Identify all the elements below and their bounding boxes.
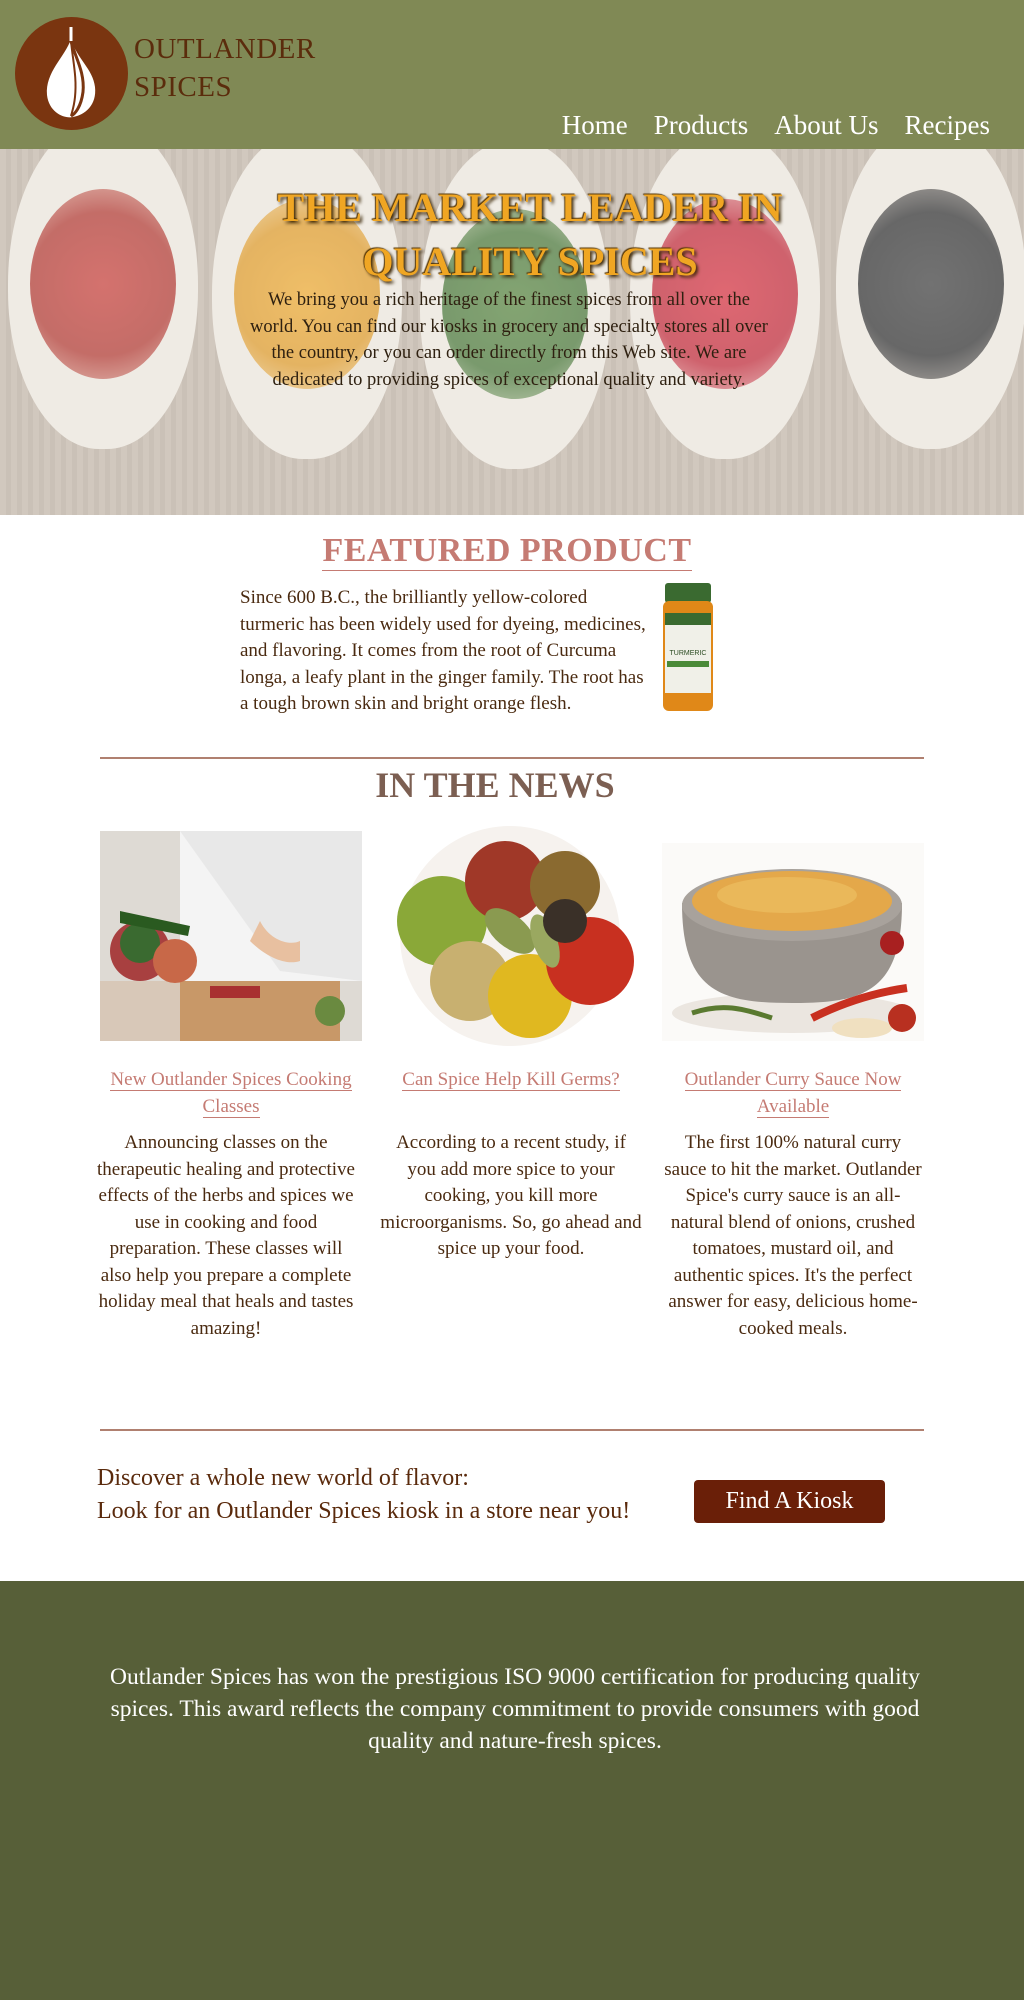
in-the-news-heading: IN THE NEWS bbox=[375, 765, 615, 805]
featured-product-heading-text: FEATURED PRODUCT bbox=[322, 532, 692, 571]
nav-recipes[interactable]: Recipes bbox=[905, 110, 990, 141]
news-link-curry-sauce-text: Outlander Curry Sauce Now Available bbox=[684, 1069, 902, 1118]
featured-product-description: Since 600 B.C., the brilliantly yellow-c… bbox=[240, 587, 646, 714]
news-link-spice-germs-text: Can Spice Help Kill Germs? bbox=[402, 1069, 620, 1091]
nav-about-us[interactable]: About Us bbox=[774, 110, 878, 141]
brand-name[interactable]: OUTLANDER SPICES bbox=[134, 30, 316, 106]
site-header: OUTLANDER SPICES Home Products About Us … bbox=[0, 0, 1024, 149]
kiosk-promo-line1: Discover a whole new world of flavor: bbox=[97, 1465, 469, 1491]
spice-piles-image[interactable] bbox=[380, 811, 642, 1061]
main-nav: Home Products About Us Recipes bbox=[562, 110, 990, 141]
footer-certification-text: Outlander Spices has won the prestigious… bbox=[110, 1664, 920, 1754]
hero-title: THE MARKET LEADER IN QUALITY SPICES bbox=[230, 181, 830, 289]
news-text-curry-sauce: The first 100% natural curry sauce to hi… bbox=[664, 1132, 922, 1339]
news-link-cooking-classes[interactable]: New Outlander Spices Cooking Classes bbox=[96, 1066, 366, 1120]
curry-sauce-image[interactable] bbox=[662, 843, 924, 1041]
brand-name-line2: SPICES bbox=[134, 71, 233, 103]
turmeric-jar-image[interactable]: TURMERIC bbox=[659, 583, 717, 714]
news-link-cooking-classes-text: New Outlander Spices Cooking Classes bbox=[110, 1069, 352, 1118]
news-link-spice-germs[interactable]: Can Spice Help Kill Germs? bbox=[380, 1066, 642, 1093]
news-text-spice-germs: According to a recent study, if you add … bbox=[380, 1132, 642, 1259]
kiosk-promo-line2: Look for an Outlander Spices kiosk in a … bbox=[97, 1498, 631, 1524]
brand-name-line1: OUTLANDER bbox=[134, 33, 316, 65]
hero-banner: THE MARKET LEADER IN QUALITY SPICES We b… bbox=[0, 149, 1024, 515]
find-kiosk-button[interactable]: Find A Kiosk bbox=[694, 1480, 885, 1523]
cooking-class-image[interactable] bbox=[100, 831, 362, 1041]
hero-title-line1: THE MARKET LEADER IN bbox=[277, 185, 783, 230]
nav-home[interactable]: Home bbox=[562, 110, 628, 141]
hero-description: We bring you a rich heritage of the fine… bbox=[250, 290, 768, 390]
nav-products[interactable]: Products bbox=[654, 110, 749, 141]
featured-product-heading: FEATURED PRODUCT bbox=[0, 532, 1014, 571]
news-text-cooking-classes: Announcing classes on the therapeutic he… bbox=[97, 1132, 355, 1339]
jar-label: TURMERIC bbox=[670, 650, 707, 657]
kiosk-promo: Discover a whole new world of flavor: Lo… bbox=[97, 1462, 630, 1528]
section-divider-2 bbox=[100, 1429, 924, 1431]
onion-logo-icon[interactable] bbox=[15, 17, 128, 130]
hero-title-line2: QUALITY SPICES bbox=[362, 239, 698, 284]
site-footer: Outlander Spices has won the prestigious… bbox=[0, 1581, 1024, 2000]
section-divider bbox=[100, 757, 924, 759]
news-link-curry-sauce[interactable]: Outlander Curry Sauce Now Available bbox=[662, 1066, 924, 1120]
